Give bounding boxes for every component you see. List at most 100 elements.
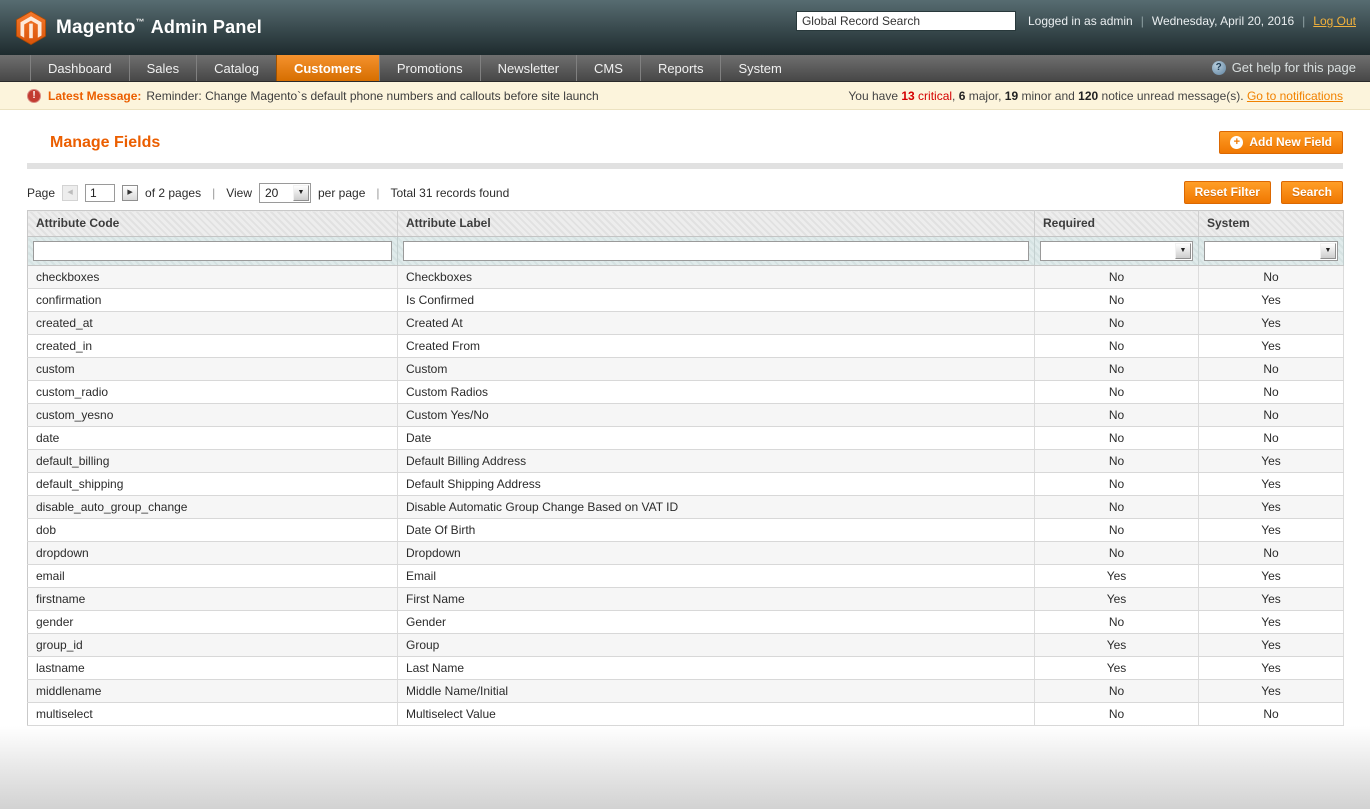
logout-link[interactable]: Log Out [1313, 14, 1356, 28]
cell-system: No [1198, 403, 1344, 427]
cell-required: No [1034, 610, 1199, 634]
required-filter-select[interactable]: ▼ [1040, 241, 1193, 261]
current-date: Wednesday, April 20, 2016 [1151, 14, 1295, 28]
user-info: Logged in as admin | Wednesday, April 20… [1028, 14, 1356, 28]
grid-body: checkboxes Checkboxes No No confirmation Is C… [27, 265, 1344, 726]
cell-code: disable_auto_group_change [27, 495, 398, 519]
nav-item-cms[interactable]: CMS [576, 55, 640, 81]
table-row[interactable]: confirmation Is Confirmed No Yes [27, 288, 1344, 312]
table-row[interactable]: default_shipping Default Shipping Address… [27, 472, 1344, 496]
add-new-field-button[interactable]: + Add New Field [1219, 131, 1343, 154]
table-row[interactable]: created_at Created At No Yes [27, 311, 1344, 335]
table-row[interactable]: checkboxes Checkboxes No No [27, 265, 1344, 289]
cell-system: Yes [1198, 564, 1344, 588]
table-row[interactable]: lastname Last Name Yes Yes [27, 656, 1344, 680]
cell-code: gender [27, 610, 398, 634]
table-row[interactable]: multiselect Multiselect Value No No [27, 702, 1344, 726]
nav-item-sales[interactable]: Sales [128, 55, 197, 81]
page-number-input[interactable] [85, 183, 116, 202]
table-row[interactable]: date Date No No [27, 426, 1344, 450]
cell-label: Custom Yes/No [397, 403, 1035, 427]
cell-required: No [1034, 472, 1199, 496]
cell-required: No [1034, 426, 1199, 450]
table-row[interactable]: custom_yesno Custom Yes/No No No [27, 403, 1344, 427]
per-page-label: per page [318, 185, 366, 200]
nav-item-dashboard[interactable]: Dashboard [30, 55, 129, 81]
nav-item-catalog[interactable]: Catalog [196, 55, 276, 81]
cell-code: firstname [27, 587, 398, 611]
magento-admin-app: Magento™Admin Panel Logged in as admin |… [0, 0, 1370, 810]
cell-label: Date Of Birth [397, 518, 1035, 542]
page-title: Manage Fields [50, 133, 161, 151]
search-button[interactable]: Search [1280, 181, 1343, 204]
separator: , [952, 88, 959, 103]
of-pages-text: of 2 pages [145, 185, 202, 200]
table-row[interactable]: gender Gender No Yes [27, 610, 1344, 634]
attribute-label-filter-input[interactable] [403, 241, 1029, 261]
brand: Magento™ Admin Panel [16, 10, 262, 45]
minor-count: 19 [1004, 88, 1019, 103]
table-row[interactable]: created_in Created From No Yes [27, 334, 1344, 358]
next-page-button[interactable]: ▶ [122, 184, 139, 201]
nav-item-newsletter[interactable]: Newsletter [479, 55, 576, 81]
cell-system: Yes [1198, 633, 1344, 657]
major-label: major, [965, 88, 1005, 103]
cell-required: Yes [1034, 656, 1199, 680]
notice-label: notice unread message(s). [1098, 88, 1247, 103]
reset-filter-button[interactable]: Reset Filter [1183, 181, 1271, 204]
cell-code: created_at [27, 311, 398, 335]
table-row[interactable]: default_billing Default Billing Address No… [27, 449, 1344, 473]
brand-name: Magento™ Admin Panel [56, 16, 262, 38]
minor-label: minor and [1018, 88, 1079, 103]
nav-item-promotions[interactable]: Promotions [378, 55, 480, 81]
cell-system: No [1198, 265, 1344, 289]
system-filter-select[interactable]: ▼ [1204, 241, 1338, 261]
latest-message-label: Latest Message: [48, 88, 142, 103]
column-header-attribute-label[interactable]: Attribute Label [397, 210, 1035, 237]
filter-actions: Reset Filter Search [1183, 181, 1343, 204]
nav-item-reports[interactable]: Reports [639, 55, 721, 81]
cell-label: Is Confirmed [397, 288, 1035, 312]
table-row[interactable]: custom_radio Custom Radios No No [27, 380, 1344, 404]
table-row[interactable]: email Email Yes Yes [27, 564, 1344, 588]
cell-required: Yes [1034, 587, 1199, 611]
cell-code: group_id [27, 633, 398, 657]
get-help-link[interactable]: ? Get help for this page [1211, 55, 1356, 80]
cell-code: dropdown [27, 541, 398, 565]
nav-item-customers[interactable]: Customers [275, 55, 379, 81]
cell-code: custom [27, 357, 398, 381]
column-header-system[interactable]: System [1198, 210, 1344, 237]
column-header-attribute-code[interactable]: Attribute Code [27, 210, 398, 237]
nav-item-system[interactable]: System [720, 55, 798, 81]
table-row[interactable]: custom Custom No No [27, 357, 1344, 381]
pager-toolbar: Page ◀ ▶ of 2 pages | View 20 ▼ per page… [27, 181, 1343, 204]
per-page-value: 20 [265, 185, 279, 200]
cell-required: No [1034, 702, 1199, 726]
table-row[interactable]: middlename Middle Name/Initial No Yes [27, 679, 1344, 703]
per-page-select[interactable]: 20 ▼ [259, 182, 311, 203]
cell-code: default_billing [27, 449, 398, 473]
cell-system: Yes [1198, 472, 1344, 496]
page-label: Page [27, 185, 56, 200]
grid-header: Attribute Code Attribute Label Required … [27, 210, 1344, 266]
attribute-code-filter-input[interactable] [33, 241, 392, 261]
table-row[interactable]: disable_auto_group_change Disable Automat… [27, 495, 1344, 519]
cell-system: No [1198, 541, 1344, 565]
go-to-notifications-link[interactable]: Go to notifications [1247, 89, 1343, 103]
brand-suffix: Admin Panel [150, 16, 262, 37]
cell-system: Yes [1198, 610, 1344, 634]
help-label: Get help for this page [1231, 60, 1356, 75]
table-row[interactable]: dob Date Of Birth No Yes [27, 518, 1344, 542]
cell-label: Dropdown [397, 541, 1035, 565]
table-row[interactable]: firstname First Name Yes Yes [27, 587, 1344, 611]
cell-code: checkboxes [27, 265, 398, 289]
cell-required: No [1034, 541, 1199, 565]
cell-label: Middle Name/Initial [397, 679, 1035, 703]
global-search-input[interactable] [795, 11, 1016, 31]
column-header-required[interactable]: Required [1034, 210, 1199, 237]
cell-label: Custom Radios [397, 380, 1035, 404]
table-row[interactable]: dropdown Dropdown No No [27, 541, 1344, 565]
previous-page-button[interactable]: ◀ [62, 184, 79, 201]
table-row[interactable]: group_id Group Yes Yes [27, 633, 1344, 657]
cell-code: custom_yesno [27, 403, 398, 427]
